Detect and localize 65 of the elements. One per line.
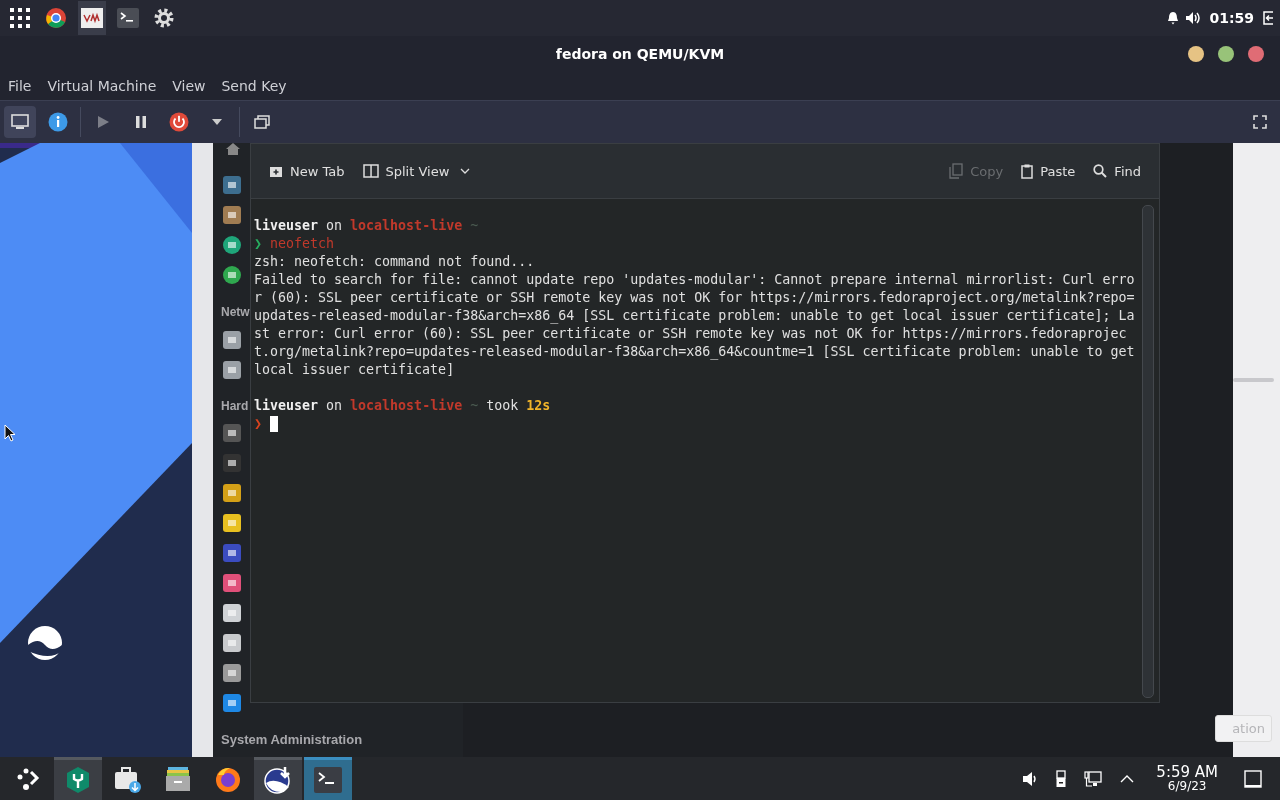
terminal-icon[interactable] bbox=[304, 757, 352, 800]
close-button[interactable] bbox=[1248, 46, 1264, 62]
new-tab-button[interactable]: New Tab bbox=[263, 159, 351, 183]
settings-icon[interactable] bbox=[222, 483, 242, 503]
speaker-icon[interactable] bbox=[1022, 770, 1039, 787]
settings-icon[interactable] bbox=[222, 663, 242, 683]
section-header: System Administration bbox=[221, 732, 363, 748]
settings-icon[interactable] bbox=[222, 513, 242, 533]
settings-icon[interactable] bbox=[222, 205, 242, 225]
output-text: Failed to search for file: cannot update repo 'updates-modular': Cannot prepare internal mirrorlist: Curl error (60): SSL peer certificate or SSH remote key was not OK for https://mirrors.fedoraproject.org/metalink?repo=updates-released-modular-f38&arch=x86_64 [SSL certificate problem: unable to get local issuer certificate]; Last error: Curl error (60): SSL peer certificate or SSH remote key was not OK for https://mirrors.fedoraproject.org/metalink?repo=updates-released-modular-f38&arch=x86_64&countme=1 [SSL certificate problem: unable to get local issuer certificate] bbox=[254, 271, 1135, 379]
text-cursor bbox=[270, 416, 278, 432]
menu-item[interactable]: File bbox=[8, 78, 32, 94]
clock-time[interactable]: 5:59 AM bbox=[1156, 765, 1218, 780]
settings-icon[interactable] bbox=[222, 633, 242, 653]
command-line: ❯ neofetch bbox=[254, 235, 335, 253]
section-header: Netw bbox=[221, 304, 250, 320]
virt-manager-icon[interactable] bbox=[78, 1, 106, 35]
prompt-line: liveuser on localhost-live ~ took 12s bbox=[254, 397, 551, 415]
settings-icon[interactable] bbox=[222, 330, 242, 350]
window-title: fedora on QEMU/KVM bbox=[555, 46, 725, 62]
bell-icon[interactable] bbox=[1167, 11, 1180, 25]
output-text: zsh: neofetch: command not found... bbox=[254, 253, 536, 271]
command-line: ❯ bbox=[254, 415, 262, 433]
usb-icon[interactable] bbox=[1056, 769, 1067, 788]
network-icon[interactable] bbox=[1084, 769, 1103, 788]
menu-item[interactable]: View bbox=[172, 78, 206, 94]
maximize-button[interactable] bbox=[1218, 46, 1234, 62]
tab-plus-icon bbox=[269, 164, 283, 178]
settings-icon[interactable] bbox=[222, 543, 242, 563]
chevron-down-icon bbox=[460, 168, 471, 174]
settings-icon[interactable] bbox=[222, 265, 242, 285]
logout-icon[interactable] bbox=[1262, 11, 1274, 25]
menu-item[interactable]: Send Key bbox=[221, 78, 287, 94]
monitor-icon bbox=[11, 114, 29, 130]
show-desktop-icon[interactable] bbox=[1244, 769, 1262, 788]
home-icon[interactable] bbox=[226, 143, 240, 155]
clock[interactable]: 01:59 bbox=[1209, 10, 1254, 26]
monitor-button[interactable] bbox=[4, 106, 36, 138]
settings-icon[interactable] bbox=[222, 423, 242, 443]
mouse-pointer-icon bbox=[4, 424, 16, 442]
settings-icon[interactable] bbox=[222, 693, 242, 713]
find-button[interactable]: Find bbox=[1087, 159, 1147, 183]
chevron-up-icon[interactable] bbox=[1120, 774, 1135, 783]
play-icon bbox=[96, 115, 110, 129]
menu-item[interactable]: Virtual Machine bbox=[47, 78, 157, 94]
installer-icon[interactable] bbox=[254, 757, 302, 800]
settings-icon[interactable] bbox=[222, 453, 242, 473]
minimize-button[interactable] bbox=[1188, 46, 1204, 62]
copy-icon bbox=[949, 163, 964, 179]
prompt-line: liveuser on localhost-live ~ bbox=[254, 217, 479, 235]
settings-icon[interactable] bbox=[222, 175, 242, 195]
paste-button[interactable]: Paste bbox=[1015, 159, 1082, 183]
settings-icon[interactable] bbox=[222, 235, 242, 255]
settings-icon[interactable] bbox=[222, 603, 242, 623]
speaker-icon[interactable] bbox=[1185, 11, 1202, 25]
search-icon bbox=[1093, 164, 1108, 178]
split-icon bbox=[362, 164, 379, 178]
clipboard-icon bbox=[1021, 163, 1034, 179]
clock-date[interactable]: 6/9/23 bbox=[1167, 780, 1207, 792]
split-view-button[interactable]: Split View bbox=[356, 159, 477, 183]
section-header: Hard bbox=[221, 398, 249, 414]
settings-icon[interactable] bbox=[222, 360, 242, 380]
settings-icon[interactable] bbox=[222, 573, 242, 593]
wrench-icon[interactable] bbox=[54, 757, 102, 800]
pause-icon bbox=[134, 115, 148, 129]
